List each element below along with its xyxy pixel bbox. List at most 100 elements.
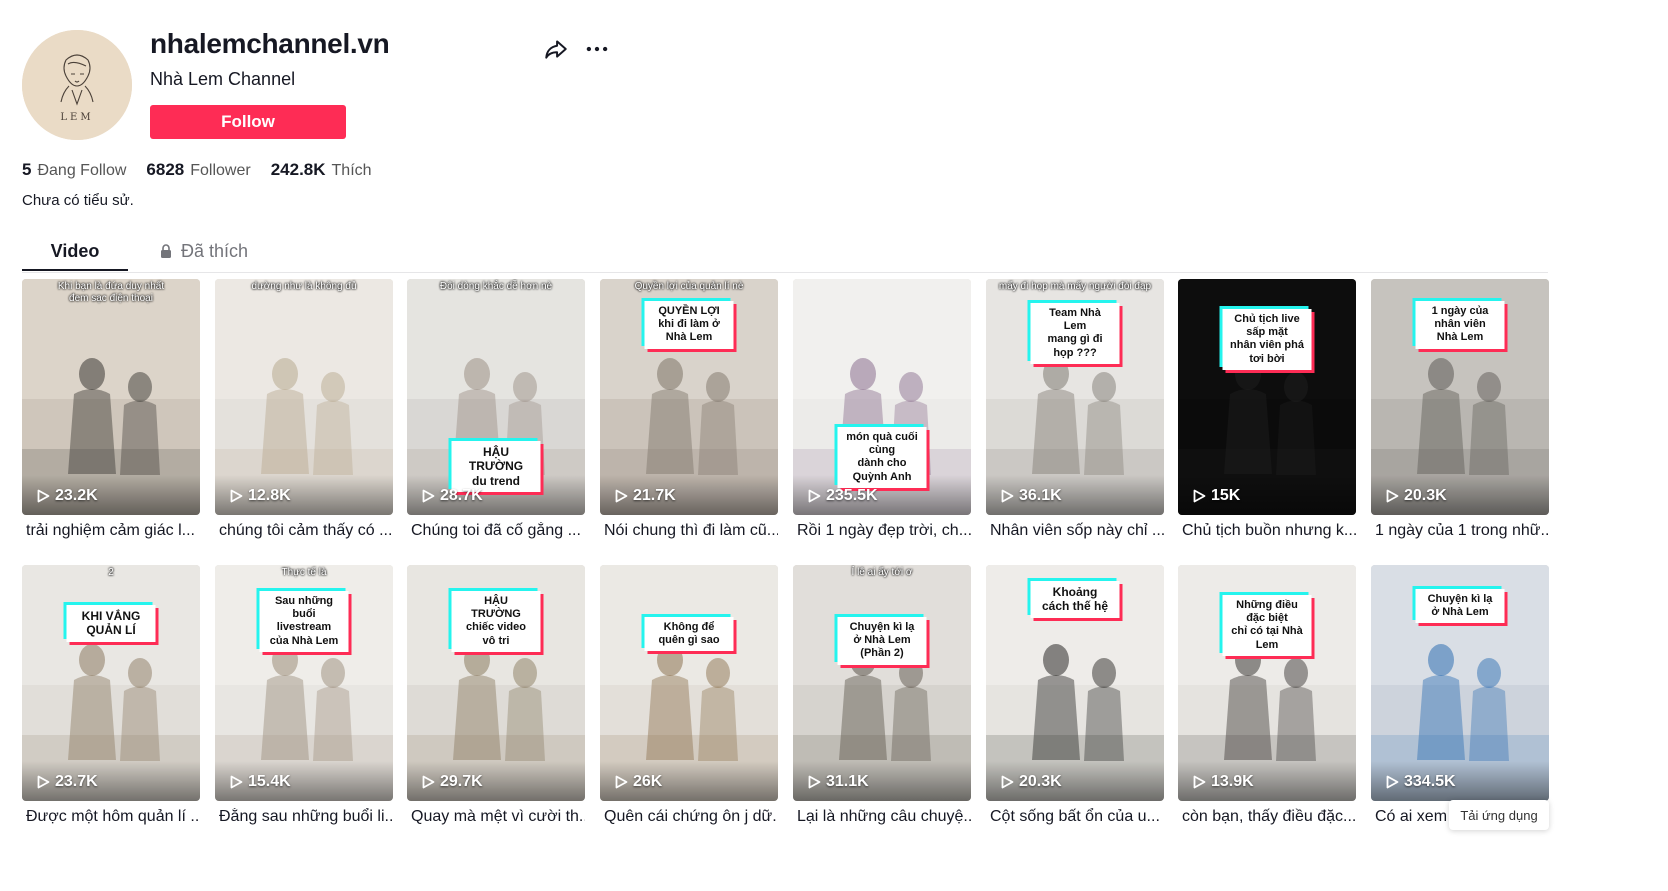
- video-title[interactable]: 1 ngày của 1 trong nhữ...: [1371, 522, 1549, 540]
- video-title[interactable]: chúng tôi cảm thấy có ...: [215, 522, 393, 540]
- video-thumbnail[interactable]: Đôi dòng khắc dễ hơn nè HẬU TRƯỜNG du tre…: [407, 279, 585, 515]
- video-card[interactable]: Thực tế là Sau những buổi livestream của …: [215, 565, 393, 826]
- view-count-value: 20.3K: [1019, 773, 1062, 790]
- video-card[interactable]: HẬU TRƯỜNG chiếc video vô tri 29.7K Quay m…: [407, 565, 585, 826]
- video-card[interactable]: Chủ tịch live sấp mặt nhân viên phá tơi …: [1178, 279, 1356, 540]
- video-title[interactable]: Cột sống bất ổn của u...: [986, 808, 1164, 826]
- video-title[interactable]: Chúng toi đã cố gắng ...: [407, 522, 585, 540]
- video-thumbnail[interactable]: Không để quên gì sao 26K: [600, 565, 778, 801]
- video-caption-sticker: Những điều đặc biệt chỉ có tại Nhà Lem: [1222, 595, 1312, 656]
- view-count-value: 13.9K: [1211, 773, 1254, 790]
- follow-button[interactable]: Follow: [150, 105, 346, 139]
- video-thumbnail[interactable]: Thực tế là Sau những buổi livestream của …: [215, 565, 393, 801]
- view-count-value: 334.5K: [1404, 773, 1456, 790]
- profile-header: LEM nhalemchannel.vn Nhà Lem Channel Fol…: [22, 28, 662, 148]
- video-thumbnail[interactable]: món quà cuối cùng dành cho Quỳnh Anh 235.…: [793, 279, 971, 515]
- video-card[interactable]: Ỉ lê ai ấy tới ơ Chuyện kì lạ ở Nhà Lem (…: [793, 565, 971, 826]
- following-label: Đang Follow: [37, 162, 127, 179]
- play-icon: [1386, 775, 1399, 789]
- video-caption-sticker: KHI VẮNG QUẢN LÍ: [66, 605, 156, 642]
- video-thumbnail[interactable]: dường như là không đủ 12.8K: [215, 279, 393, 515]
- video-card[interactable]: Quyền lợi của quản lí nè QUYỀN LỢI khi đi…: [600, 279, 778, 540]
- video-thumbnail[interactable]: 1 ngày của nhân viên Nhà Lem 20.3K: [1371, 279, 1549, 515]
- video-title[interactable]: Lại là những câu chuyệ...: [793, 808, 971, 826]
- video-card[interactable]: Khoảng cách thế hệ 20.3K Cột sống bất ổn c…: [986, 565, 1164, 826]
- view-count: 23.7K: [37, 773, 98, 791]
- video-thumbnail[interactable]: Khi bạn là đứa duy nhất đem sạc điện tho…: [22, 279, 200, 515]
- video-thumbnail[interactable]: mấy đi họp mà mấy người đòi đạp Team Nhà …: [986, 279, 1164, 515]
- video-caption-sticker: Team Nhà Lem mang gì đi họp ???: [1030, 303, 1120, 364]
- video-thumbnail[interactable]: Chuyện kì lạ ở Nhà Lem 334.5K: [1371, 565, 1549, 801]
- video-title[interactable]: Đằng sau những buổi li...: [215, 808, 393, 826]
- video-thumbnail[interactable]: Những điều đặc biệt chỉ có tại Nhà Lem 13…: [1178, 565, 1356, 801]
- following-stat[interactable]: 5 Đang Follow: [22, 160, 126, 180]
- video-card[interactable]: Chuyện kì lạ ở Nhà Lem 334.5K Có ai xem l.…: [1371, 565, 1549, 826]
- active-tab-indicator: [22, 269, 128, 271]
- download-app-button[interactable]: Tải ứng dụng: [1449, 800, 1549, 830]
- tab-liked[interactable]: Đã thích: [158, 232, 248, 270]
- avatar[interactable]: LEM: [22, 30, 132, 140]
- video-card[interactable]: món quà cuối cùng dành cho Quỳnh Anh 235.…: [793, 279, 971, 540]
- video-thumbnail[interactable]: 2 KHI VẮNG QUẢN LÍ 23.7K: [22, 565, 200, 801]
- video-thumbnail-image: [22, 565, 200, 801]
- view-count: 21.7K: [615, 487, 676, 505]
- video-thumbnail[interactable]: Quyền lợi của quản lí nè QUYỀN LỢI khi đi…: [600, 279, 778, 515]
- video-card[interactable]: Khi bạn là đứa duy nhất đem sạc điện tho…: [22, 279, 200, 540]
- video-card[interactable]: mấy đi họp mà mấy người đòi đạp Team Nhà …: [986, 279, 1164, 540]
- video-thumbnail-image: [600, 565, 778, 801]
- video-caption-sticker: HẬU TRƯỜNG du trend: [451, 441, 541, 493]
- view-count-value: 21.7K: [633, 487, 676, 504]
- display-name: Nhà Lem Channel: [150, 69, 296, 89]
- view-count: 29.7K: [422, 773, 483, 791]
- view-count-value: 23.7K: [55, 773, 98, 790]
- video-card[interactable]: Những điều đặc biệt chỉ có tại Nhà Lem 13…: [1178, 565, 1356, 826]
- video-title[interactable]: Rồi 1 ngày đẹp trời, ch...: [793, 522, 971, 540]
- video-card[interactable]: Không để quên gì sao 26K Quên cái chứng ôn…: [600, 565, 778, 826]
- view-count-value: 235.5K: [826, 487, 878, 504]
- video-card[interactable]: 2 KHI VẮNG QUẢN LÍ 23.7K Được một hôm quản …: [22, 565, 200, 826]
- followers-stat[interactable]: 6828 Follower: [146, 160, 250, 180]
- view-count-value: 29.7K: [440, 773, 483, 790]
- view-count: 334.5K: [1386, 773, 1456, 791]
- video-title[interactable]: Chủ tịch buồn nhưng k...: [1178, 522, 1356, 540]
- video-overlay-text: dường như là không đủ: [251, 281, 357, 292]
- view-count: 20.3K: [1001, 773, 1062, 791]
- view-count: 31.1K: [808, 773, 869, 791]
- video-title[interactable]: còn bạn, thấy điều đặc...: [1178, 808, 1356, 826]
- video-overlay-text: Khi bạn là đứa duy nhất đem sạc điện tho…: [57, 281, 165, 304]
- play-icon: [1386, 489, 1399, 503]
- tab-video[interactable]: Video: [22, 232, 128, 270]
- video-title[interactable]: Được một hôm quản lí ...: [22, 808, 200, 826]
- view-count: 12.8K: [230, 487, 291, 505]
- video-title[interactable]: trải nghiệm cảm giác l...: [22, 522, 200, 540]
- video-thumbnail-image: [215, 279, 393, 515]
- video-caption-sticker: 1 ngày của nhân viên Nhà Lem: [1415, 301, 1505, 349]
- more-options-icon[interactable]: [584, 36, 610, 62]
- video-title[interactable]: Nhân viên sốp này chỉ ...: [986, 522, 1164, 540]
- view-count: 15K: [1193, 487, 1240, 505]
- view-count-value: 31.1K: [826, 773, 869, 790]
- play-icon: [1001, 775, 1014, 789]
- view-count-value: 26K: [633, 773, 663, 790]
- video-title[interactable]: Nói chung thì đi làm cũ...: [600, 522, 778, 540]
- video-caption-sticker: Chuyện kì lạ ở Nhà Lem (Phần 2): [837, 617, 927, 665]
- bio: Chưa có tiểu sử.: [22, 192, 134, 209]
- tab-video-label: Video: [50, 240, 100, 261]
- video-overlay-text: Ỉ lê ai ấy tới ơ: [851, 567, 913, 578]
- video-thumbnail[interactable]: Khoảng cách thế hệ 20.3K: [986, 565, 1164, 801]
- video-title[interactable]: Quay mà mệt vì cười th...: [407, 808, 585, 826]
- likes-count: 242.8K: [270, 160, 326, 179]
- video-card[interactable]: 1 ngày của nhân viên Nhà Lem 20.3K 1 ngày …: [1371, 279, 1549, 540]
- video-thumbnail[interactable]: HẬU TRƯỜNG chiếc video vô tri 29.7K: [407, 565, 585, 801]
- view-count: 23.2K: [37, 487, 98, 505]
- video-card[interactable]: dường như là không đủ 12.8K chúng tôi cảm …: [215, 279, 393, 540]
- share-icon[interactable]: [543, 36, 569, 62]
- lock-icon: [161, 244, 171, 258]
- video-title[interactable]: Quên cái chứng ôn j dữ...: [600, 808, 778, 826]
- video-thumbnail[interactable]: Ỉ lê ai ấy tới ơ Chuyện kì lạ ở Nhà Lem (…: [793, 565, 971, 801]
- video-thumbnail[interactable]: Chủ tịch live sấp mặt nhân viên phá tơi …: [1178, 279, 1356, 515]
- video-card[interactable]: Đôi dòng khắc dễ hơn nè HẬU TRƯỜNG du tre…: [407, 279, 585, 540]
- play-icon: [230, 489, 243, 503]
- view-count-value: 12.8K: [248, 487, 291, 504]
- tab-liked-label: Đã thích: [181, 240, 249, 261]
